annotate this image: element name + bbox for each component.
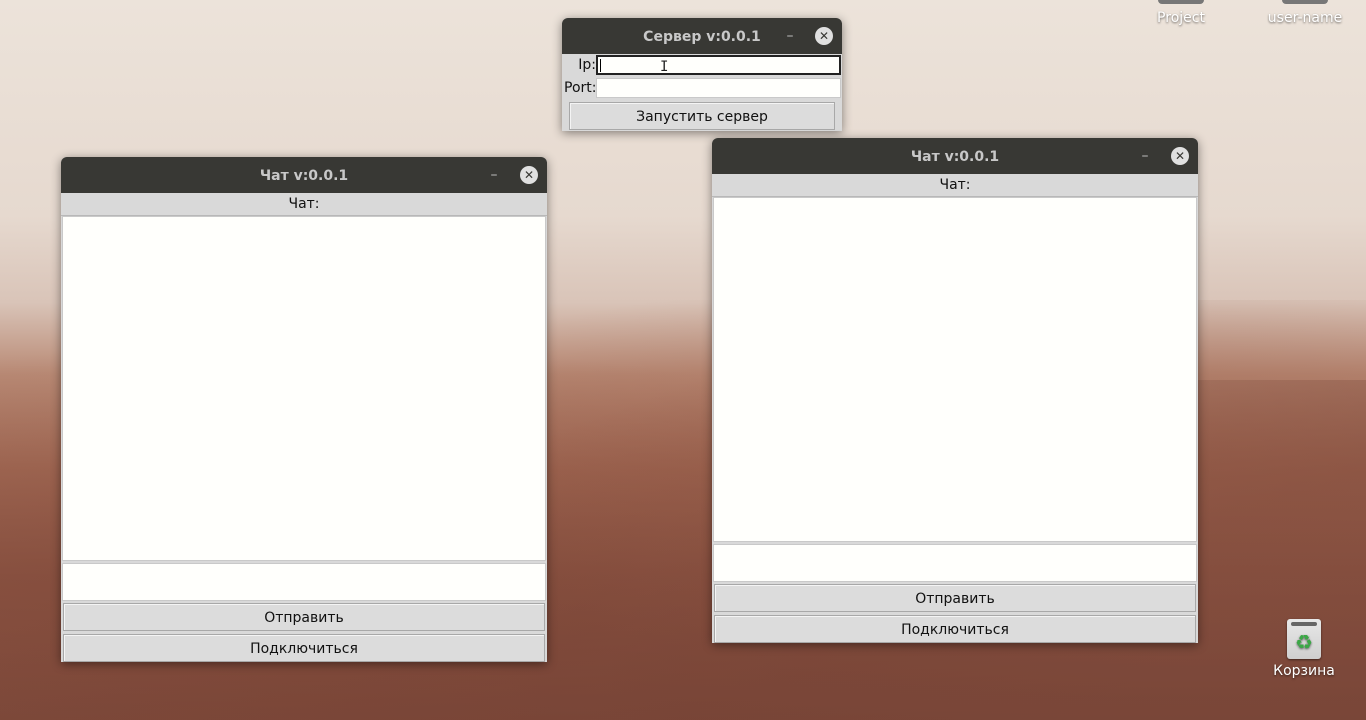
window-title: Сервер v:0.0.1 (643, 29, 761, 45)
desktop-icon-project[interactable]: Project (1141, 0, 1221, 26)
connect-button[interactable]: Подключиться (63, 634, 545, 662)
desktop-icon-user-name[interactable]: user-name (1265, 0, 1345, 26)
port-row: Port: (562, 77, 842, 100)
send-button[interactable]: Отправить (714, 584, 1196, 612)
window-title: Чат v:0.0.1 (259, 168, 349, 184)
connect-button[interactable]: Подключиться (714, 615, 1196, 643)
ibeam-cursor-icon: I (660, 59, 669, 75)
minimize-button[interactable]: – (485, 166, 503, 184)
minimize-button[interactable]: – (781, 27, 799, 45)
home-folder-icon (1282, 0, 1328, 4)
trash-icon: ♻ (1287, 619, 1321, 659)
ip-input[interactable]: I (596, 55, 841, 75)
desktop-icon-label: Project (1157, 10, 1205, 26)
chat-label: Чат: (61, 193, 547, 216)
close-button[interactable]: ✕ (520, 166, 538, 184)
close-button[interactable]: ✕ (1171, 147, 1189, 165)
folder-icon (1158, 0, 1204, 4)
message-input[interactable] (713, 544, 1197, 582)
port-label: Port: (564, 80, 597, 96)
port-input[interactable] (596, 78, 841, 98)
chat-window-right: Чат v:0.0.1 – ✕ Чат: Отправить Подключит… (712, 138, 1198, 643)
desktop-icon-label: user-name (1267, 10, 1343, 26)
ip-label: Ip: (578, 57, 596, 73)
desktop-icon-trash[interactable]: ♻ Корзина (1264, 619, 1344, 679)
close-button[interactable]: ✕ (815, 27, 833, 45)
chat-titlebar[interactable]: Чат v:0.0.1 – ✕ (712, 138, 1198, 174)
server-titlebar[interactable]: Сервер v:0.0.1 – ✕ (562, 18, 842, 54)
server-window: Сервер v:0.0.1 – ✕ Ip: I Port: Запустить… (562, 18, 842, 131)
message-input[interactable] (62, 563, 546, 601)
start-server-button[interactable]: Запустить сервер (569, 102, 835, 130)
ip-row: Ip: I (562, 54, 842, 77)
text-caret (600, 59, 601, 72)
chat-window-left: Чат v:0.0.1 – ✕ Чат: Отправить Подключит… (61, 157, 547, 662)
chat-label: Чат: (712, 174, 1198, 197)
chat-history[interactable] (62, 216, 546, 561)
desktop-icon-label: Корзина (1273, 663, 1335, 679)
send-button[interactable]: Отправить (63, 603, 545, 631)
minimize-button[interactable]: – (1136, 147, 1154, 165)
chat-history[interactable] (713, 197, 1197, 542)
window-title: Чат v:0.0.1 (910, 149, 1000, 165)
chat-titlebar[interactable]: Чат v:0.0.1 – ✕ (61, 157, 547, 193)
